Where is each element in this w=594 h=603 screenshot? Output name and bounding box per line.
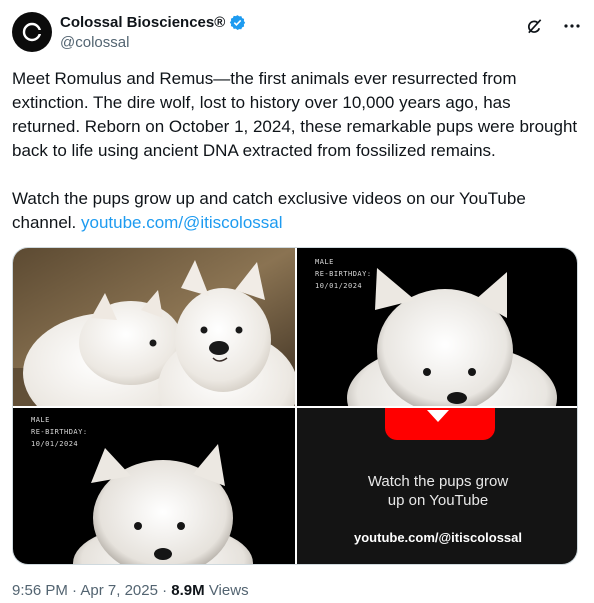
views-count[interactable]: 8.9M [171, 582, 204, 599]
media-grid: MALE RE-BIRTHDAY: 10/01/2024 MALE RE-BIR… [12, 247, 578, 565]
tweet-time[interactable]: 9:56 PM [12, 582, 68, 599]
pup-label-text-1: MALE RE-BIRTHDAY: 10/01/2024 [315, 258, 372, 290]
media-photo-two-pups[interactable] [13, 248, 295, 406]
youtube-promo-tile[interactable]: Watch the pups grow up on YouTube youtub… [297, 408, 577, 564]
views-label: Views [204, 582, 249, 599]
name-row: Colossal Biosciences® [60, 14, 246, 31]
avatar[interactable] [12, 12, 52, 52]
grok-button[interactable] [524, 16, 544, 36]
pup-label-text-2: MALE RE-BIRTHDAY: 10/01/2024 [31, 416, 88, 448]
more-options-button[interactable] [562, 16, 582, 36]
more-options-icon [564, 24, 580, 28]
youtube-link[interactable]: youtube.com/@itiscolossal [81, 213, 283, 232]
youtube-caption-line-2: up on YouTube [387, 492, 489, 509]
verified-badge-icon [230, 15, 246, 30]
display-name[interactable]: Colossal Biosciences® [60, 14, 225, 31]
top-actions [524, 16, 582, 36]
media-photo-pup-portrait-2[interactable]: MALE RE-BIRTHDAY: 10/01/2024 [13, 408, 295, 564]
tweet-meta: 9:56 PM · Apr 7, 2025 · 8.9M Views [12, 582, 249, 599]
tweet-text: Meet Romulus and Remus—the first animals… [12, 67, 582, 235]
colossal-logo-icon [22, 22, 42, 42]
youtube-caption-line-1: Watch the pups grow [367, 473, 509, 490]
media-photo-pup-portrait-1[interactable]: MALE RE-BIRTHDAY: 10/01/2024 [297, 248, 577, 406]
meta-separator: · [67, 582, 81, 599]
meta-separator-2: · [157, 582, 172, 599]
youtube-url-text: youtube.com/@itiscolossal [354, 530, 522, 545]
tweet-header: Colossal Biosciences® @colossal [12, 12, 582, 56]
tweet-paragraph-1: Meet Romulus and Remus—the first animals… [12, 69, 582, 160]
tweet-date[interactable]: Apr 7, 2025 [80, 582, 158, 599]
handle[interactable]: @colossal [60, 34, 129, 51]
two-pups-image [13, 248, 295, 406]
grok-icon [527, 18, 541, 33]
youtube-logo-icon [385, 408, 495, 440]
